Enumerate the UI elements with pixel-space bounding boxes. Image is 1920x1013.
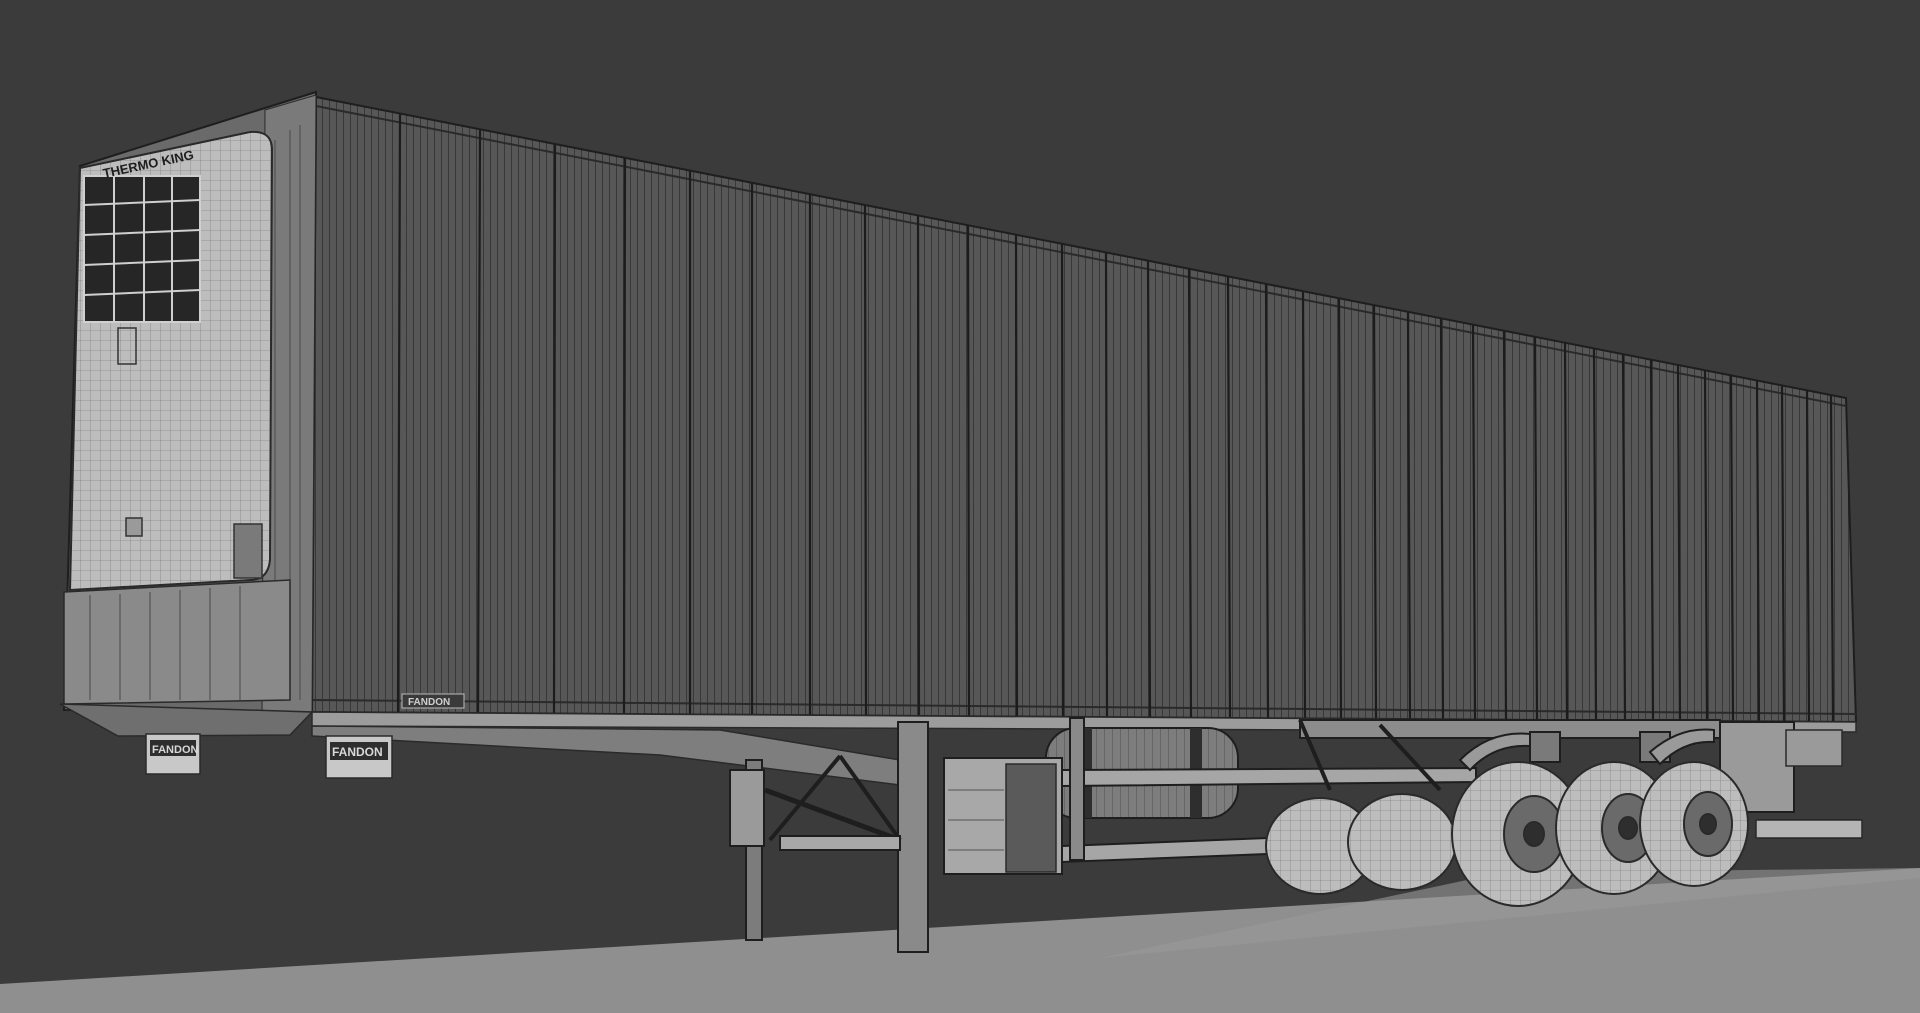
reefer-side-panel [233,523,263,579]
side-badge-label: FANDON [408,697,450,708]
tire-axle-3 [1639,761,1749,887]
reefer-grille [83,175,201,323]
rear-bumper [1755,819,1863,839]
mudflap-right: FANDON [325,735,393,779]
3d-viewport[interactable]: THERMO KING FANDON FANDON FANDON [0,0,1920,1013]
reefer-control-box [125,517,143,537]
toolbox [943,757,1063,875]
mudflap-left: FANDON [145,733,201,775]
front-lower-frame [59,579,314,737]
mudflap-right-label: FANDON [332,745,383,759]
reefer-unit: THERMO KING [68,130,274,592]
rear-tires [1451,761,1749,907]
mudflap-left-label: FANDON [152,744,199,756]
rear-light-bracket [1785,729,1843,767]
